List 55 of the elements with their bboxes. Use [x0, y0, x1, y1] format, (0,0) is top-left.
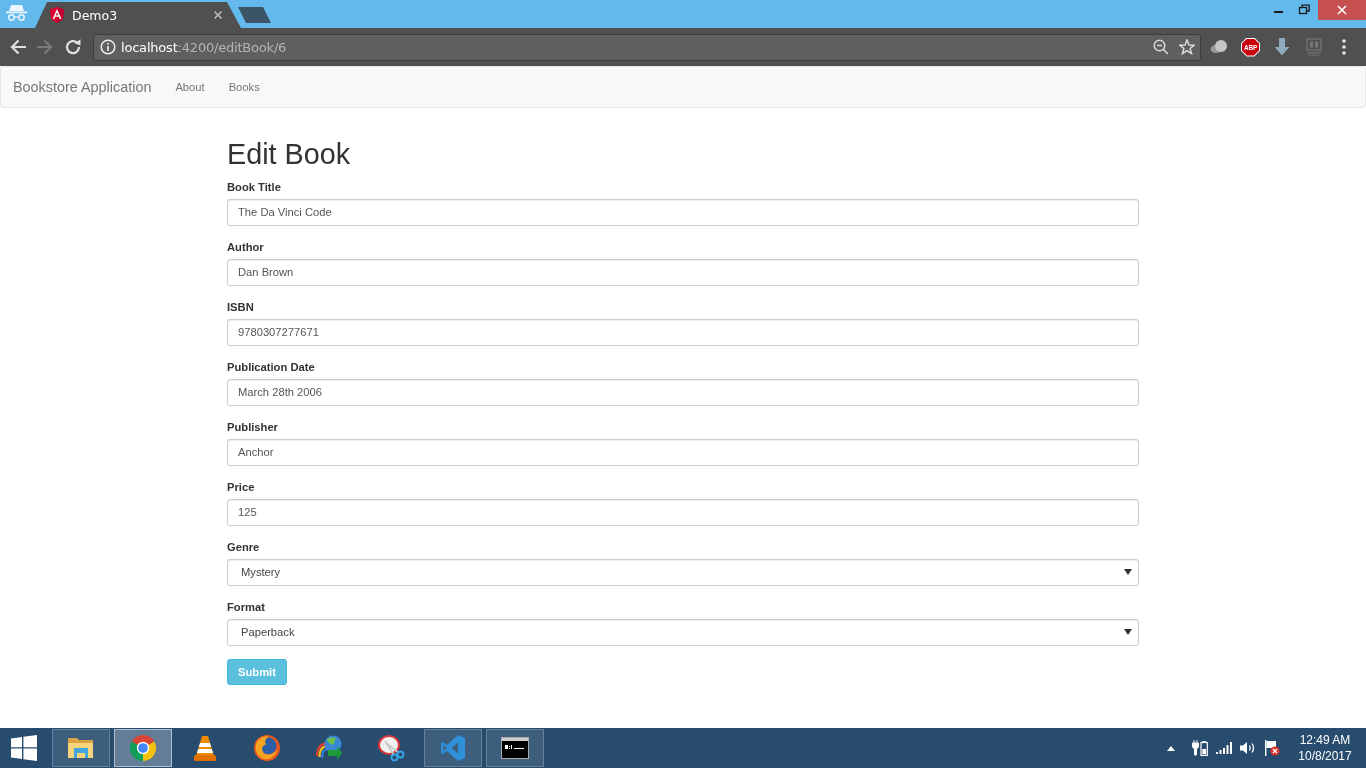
shield-logo-icon	[50, 7, 64, 23]
cloud-icon[interactable]	[1210, 40, 1228, 54]
flag-error-icon[interactable]	[1264, 740, 1280, 756]
zoom-out-icon[interactable]	[1153, 39, 1169, 55]
folder-icon	[67, 736, 95, 760]
start-button[interactable]	[11, 735, 37, 761]
taskbar-button[interactable]	[486, 729, 544, 767]
text-input[interactable]: 125	[227, 498, 1139, 526]
field-label: Publication Date	[227, 359, 315, 375]
text-input[interactable]: The Da Vinci Code	[227, 198, 1139, 226]
address-bar[interactable]: localhost:4200/editBook/6	[93, 33, 1201, 61]
info-icon[interactable]	[100, 39, 116, 55]
field-label: Genre	[227, 539, 260, 555]
chevron-up-icon[interactable]	[1167, 745, 1175, 751]
new-tab-button[interactable]	[238, 7, 272, 23]
page-heading: Edit Book	[227, 139, 351, 171]
star-icon[interactable]	[1179, 39, 1195, 55]
text-input[interactable]: 9780307277671	[227, 318, 1139, 346]
close-icon[interactable]	[214, 11, 222, 19]
ribbon-logo-icon	[439, 734, 467, 762]
field-label: Format	[227, 599, 265, 615]
back-arrow-icon[interactable]	[9, 38, 27, 56]
incognito-icon	[6, 5, 27, 21]
brand-link[interactable]: Bookstore Application	[1, 79, 164, 95]
clock-time[interactable]: 12:49 AM	[1299, 732, 1351, 748]
browser-tab[interactable]: Demo3	[35, 2, 241, 28]
text-input[interactable]: Dan Brown	[227, 258, 1139, 286]
field-label: Price	[227, 479, 255, 495]
dropdown[interactable]: Mystery	[227, 558, 1139, 586]
scissors-icon	[377, 734, 405, 762]
menu-icon[interactable]	[1342, 39, 1346, 55]
reload-icon[interactable]	[64, 38, 82, 56]
field-label: Author	[227, 239, 264, 255]
url-text: localhost:4200/editBook/6	[121, 39, 287, 55]
globe-arrow-icon	[315, 734, 343, 762]
speaker-icon[interactable]	[1240, 741, 1256, 755]
nav-link[interactable]: About	[163, 81, 217, 93]
field-label: ISBN	[227, 299, 254, 315]
caret-icon	[1124, 629, 1132, 636]
dropdown[interactable]: Paperback	[227, 618, 1139, 646]
nav-link[interactable]: Books	[216, 81, 272, 93]
battery-icon[interactable]	[1192, 740, 1208, 756]
close-icon	[1337, 5, 1347, 15]
traffic-cone-icon	[191, 734, 219, 762]
field-label: Publisher	[227, 419, 278, 435]
terminal-icon	[501, 737, 529, 759]
globe-icon	[253, 734, 281, 762]
signal-icon[interactable]	[1216, 742, 1232, 754]
text-input[interactable]: Anchor	[227, 438, 1139, 466]
circle-logo-icon	[129, 734, 157, 762]
text-input[interactable]: March 28th 2006	[227, 378, 1139, 406]
clock-date[interactable]: 10/8/2017	[1298, 748, 1352, 764]
caret-icon	[1124, 569, 1132, 576]
field-label: Book Title	[227, 179, 281, 195]
download-arrow-icon[interactable]	[1274, 38, 1290, 56]
